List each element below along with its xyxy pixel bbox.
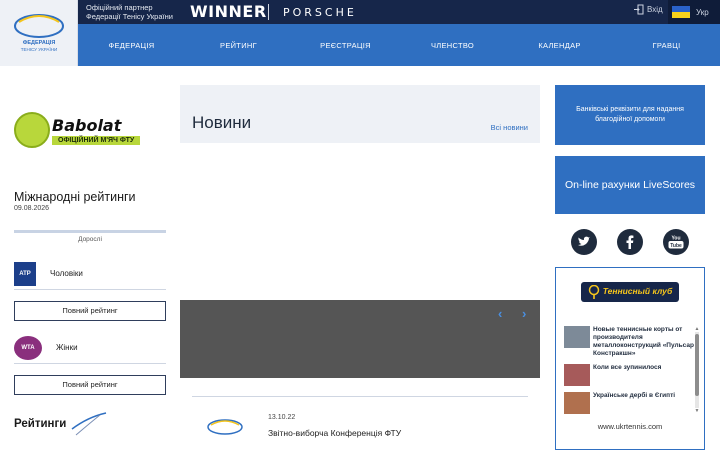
club-news-thumb — [564, 364, 590, 386]
scroll-down-icon[interactable]: ▼ — [694, 408, 700, 414]
ftu-thumb-icon — [207, 419, 243, 435]
top-bar: Офіційний партнер Федерації Тенісу Украї… — [78, 0, 720, 24]
nav-item-membership[interactable]: ЧЛЕНСТВО — [399, 41, 506, 50]
login-label: Вхід — [647, 5, 663, 14]
login-icon — [634, 4, 644, 15]
babolat-banner[interactable]: Babolat ОФІЦІЙНИЙ М'ЯЧ ФТУ — [14, 110, 164, 150]
ratings-section-2: Рейтинги — [14, 410, 108, 438]
club-news-thumb — [564, 326, 590, 348]
ratings-tab-indicator — [14, 230, 166, 233]
slider-next-icon[interactable]: › — [522, 306, 526, 321]
babolat-tagline: ОФІЦІЙНИЙ М'ЯЧ ФТУ — [52, 135, 141, 145]
ratings-title: Міжнародні рейтинги — [14, 190, 136, 204]
winner-logo[interactable]: WINNER — [190, 2, 267, 21]
ratings2-title: Рейтинги — [14, 418, 67, 430]
club-news-list: Новые теннисные корты от производителя м… — [564, 326, 694, 420]
tennis-club-widget: Теннисный клуб Новые теннисные корты от … — [555, 267, 705, 450]
partner-text: Офіційний партнер Федерації Тенісу Украї… — [86, 3, 173, 21]
full-rating-button-women[interactable]: Повний рейтинг — [14, 375, 166, 395]
youtube-glyph: You Tube — [668, 236, 684, 249]
ukraine-flag-icon — [672, 6, 690, 18]
twitter-glyph — [578, 236, 590, 246]
club-news-title: Коли все зупинилося — [593, 364, 662, 371]
all-news-link[interactable]: Всі новини — [491, 123, 528, 132]
porsche-logo[interactable]: PORSCHE — [283, 6, 357, 19]
news-slider[interactable] — [180, 300, 540, 378]
list-item[interactable]: Новые теннисные корты от производителя м… — [564, 326, 694, 358]
babolat-brand: Babolat ОФІЦІЙНИЙ М'ЯЧ ФТУ — [52, 115, 141, 145]
language-switch[interactable]: Укр — [668, 0, 720, 24]
news-thumbnail[interactable] — [200, 416, 250, 448]
news-header: Новини Всі новини — [180, 85, 540, 143]
ftu-logo-icon: ФЕДЕРАЦІЯ ТЕНІСУ УКРАЇНИ — [13, 14, 64, 52]
wta-row: WTA Жінки — [14, 332, 166, 364]
nav-item-rating[interactable]: РЕЙТИНГ — [185, 41, 292, 50]
facebook-glyph — [626, 235, 634, 249]
nav-item-registration[interactable]: РЕЄСТРАЦІЯ — [292, 41, 399, 50]
club-url[interactable]: www.ukrtennis.com — [556, 422, 704, 431]
tab-adults[interactable]: Дорослі — [14, 236, 166, 243]
main-nav: ФЕДЕРАЦІЯ РЕЙТИНГ РЕЄСТРАЦІЯ ЧЛЕНСТВО КА… — [78, 24, 720, 66]
club-news-title: Українське дербі в Єгипті — [593, 392, 676, 399]
ratings-date: 09.08.2026 — [14, 205, 50, 212]
youtube-icon[interactable]: You Tube — [663, 229, 689, 255]
svg-text:ТЕНІСУ УКРАЇНИ: ТЕНІСУ УКРАЇНИ — [20, 46, 56, 52]
news-item-title[interactable]: Звітно-виборча Конференція ФТУ — [268, 428, 401, 438]
tennis-club-logo: Теннисный клуб — [580, 281, 680, 302]
sponsor-divider — [268, 4, 269, 20]
language-label: Укр — [696, 7, 709, 17]
news-date: 13.10.22 — [268, 414, 296, 421]
twitter-icon[interactable] — [571, 229, 597, 255]
atp-logo-icon: ATP — [14, 261, 36, 286]
slider-prev-icon[interactable]: ‹ — [498, 306, 502, 321]
club-scrollbar[interactable]: ▲ ▼ — [694, 326, 700, 414]
news-divider — [192, 396, 528, 397]
scroll-thumb[interactable] — [695, 334, 699, 396]
ratings-swoosh-icon — [71, 412, 107, 436]
partner-line2: Федерації Тенісу України — [86, 12, 173, 21]
news-title: Новини — [192, 113, 252, 132]
club-news-title: Новые теннисные корты от производителя м… — [593, 326, 694, 357]
list-item[interactable]: Українське дербі в Єгипті — [564, 392, 694, 414]
racket-icon — [588, 284, 599, 299]
facebook-icon[interactable] — [617, 229, 643, 255]
list-item[interactable]: Коли все зупинилося — [564, 364, 694, 386]
club-header[interactable]: Теннисный клуб — [556, 268, 704, 315]
tennis-ball-icon — [14, 112, 50, 148]
partner-line1: Офіційний партнер — [86, 3, 153, 12]
club-logo-text: Теннисный клуб — [602, 286, 673, 296]
bank-details-button[interactable]: Банківські реквізити для надання благоді… — [555, 85, 705, 145]
atp-row: ATP Чоловіки — [14, 258, 166, 290]
wta-logo-icon: WTA — [14, 335, 42, 360]
login-link[interactable]: Вхід — [634, 4, 663, 15]
babolat-name: Babolat — [52, 115, 122, 135]
atp-label: Чоловіки — [50, 269, 83, 278]
club-news-thumb — [564, 392, 590, 414]
nav-item-federation[interactable]: ФЕДЕРАЦІЯ — [78, 41, 185, 50]
ftu-logo[interactable]: ФЕДЕРАЦІЯ ТЕНІСУ УКРАЇНИ — [0, 0, 78, 66]
svg-text:Tube: Tube — [670, 243, 682, 249]
wta-label: Жінки — [56, 343, 78, 352]
svg-text:You: You — [671, 236, 680, 242]
full-rating-button-men[interactable]: Повний рейтинг — [14, 301, 166, 321]
svg-text:ФЕДЕРАЦІЯ: ФЕДЕРАЦІЯ — [22, 40, 55, 46]
nav-item-players[interactable]: ГРАВЦІ — [613, 41, 720, 50]
livescores-button[interactable]: On-line рахунки LiveScores — [555, 156, 705, 214]
nav-item-calendar[interactable]: КАЛЕНДАР — [506, 41, 613, 50]
